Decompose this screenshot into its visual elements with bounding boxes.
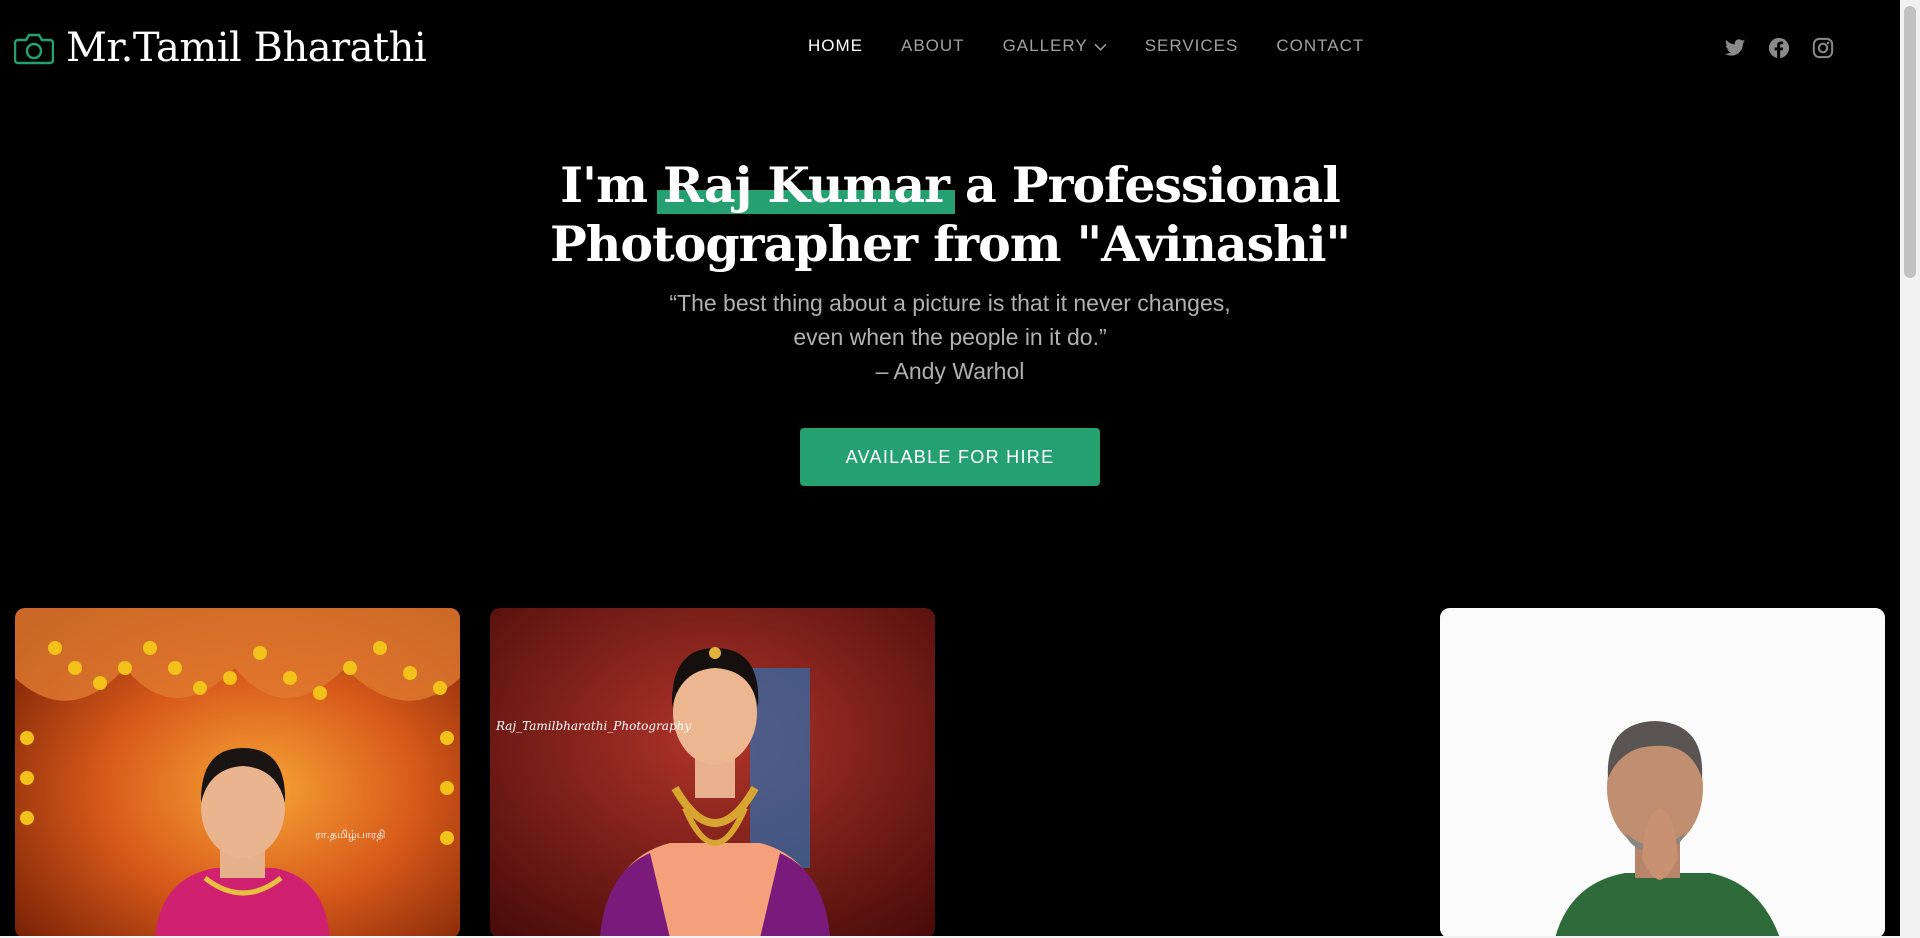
scrollbar-thumb[interactable] xyxy=(1904,6,1916,278)
hero-quote: “The best thing about a picture is that … xyxy=(0,286,1900,388)
gallery-photo-man-greeting[interactable] xyxy=(1440,608,1885,938)
gallery-photo-bride-red[interactable]: Raj_Tamilbharathi_Photography xyxy=(490,608,935,938)
photographer-name: Raj Kumar xyxy=(656,156,955,214)
camera-icon xyxy=(14,33,54,65)
quote-line-1: “The best thing about a picture is that … xyxy=(669,290,1231,316)
nav-contact[interactable]: CONTACT xyxy=(1276,36,1364,56)
photo-watermark-2: Raj_Tamilbharathi_Photography xyxy=(495,719,691,733)
site-header: Mr.Tamil Bharathi HOME ABOUT GALLERY SER… xyxy=(0,0,1900,96)
chevron-down-icon xyxy=(1094,43,1107,51)
twitter-icon[interactable] xyxy=(1724,37,1746,59)
nav-gallery[interactable]: GALLERY xyxy=(1003,36,1107,56)
title-prefix: I'm xyxy=(560,156,648,214)
social-links xyxy=(1724,37,1834,59)
photo-bride-orange: ரா.தமிழ்பாரதி xyxy=(15,608,460,938)
photo-watermark-1: ரா.தமிழ்பாரதி xyxy=(315,828,385,841)
title-line2: Photographer from "Avinashi" xyxy=(549,215,1351,273)
nav-home[interactable]: HOME xyxy=(808,36,863,56)
vertical-scrollbar[interactable] xyxy=(1900,0,1920,938)
brand-logo[interactable]: Mr.Tamil Bharathi xyxy=(14,18,427,78)
quote-author: – Andy Warhol xyxy=(875,358,1025,384)
quote-line-2: even when the people in it do.” xyxy=(793,324,1107,350)
hero-section: I'm Raj Kumar a Professional Photographe… xyxy=(0,156,1900,486)
brand-name: Mr.Tamil Bharathi xyxy=(66,25,427,71)
available-for-hire-button[interactable]: AVAILABLE FOR HIRE xyxy=(800,428,1100,486)
photo-man-greeting xyxy=(1440,608,1885,938)
main-nav: HOME ABOUT GALLERY SERVICES CONTACT xyxy=(808,36,1364,56)
nav-services[interactable]: SERVICES xyxy=(1145,36,1239,56)
photo-bride-red: Raj_Tamilbharathi_Photography xyxy=(490,608,935,938)
instagram-icon[interactable] xyxy=(1812,37,1834,59)
facebook-icon[interactable] xyxy=(1768,37,1790,59)
nav-about[interactable]: ABOUT xyxy=(901,36,965,56)
hero-title: I'm Raj Kumar a Professional Photographe… xyxy=(0,156,1900,274)
gallery-grid: ரா.தமிழ்பாரதி Raj_Tamilbharathi_Photogra… xyxy=(0,608,1900,938)
gallery-photo-bride-orange[interactable]: ரா.தமிழ்பாரதி xyxy=(15,608,460,938)
title-suffix: a Professional xyxy=(964,156,1341,214)
nav-gallery-label: GALLERY xyxy=(1002,36,1088,55)
